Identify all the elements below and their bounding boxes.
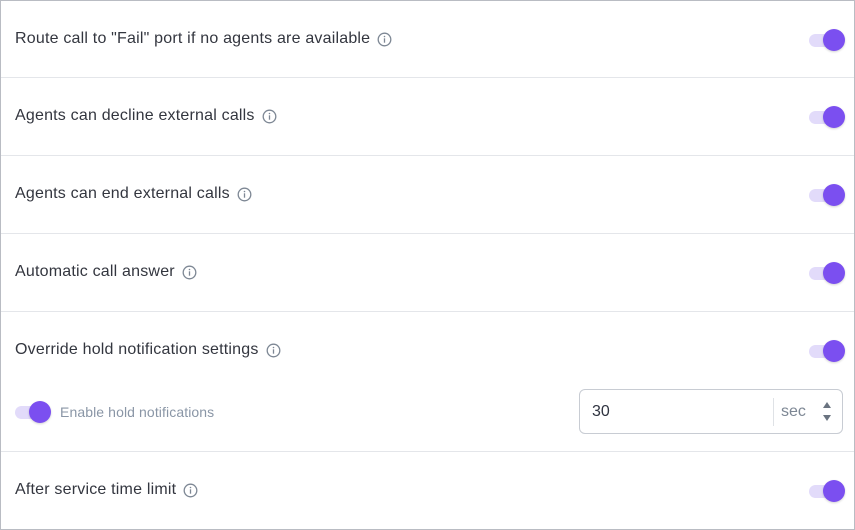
setting-label: Agents can decline external calls: [15, 107, 255, 124]
override-hold-notification-toggle[interactable]: [809, 339, 845, 363]
enable-hold-notifications-toggle[interactable]: [15, 400, 51, 424]
interval-stepper: [821, 400, 833, 424]
setting-row-route-fail-port: Route call to "Fail" port if no agents a…: [1, 1, 854, 78]
interval-input[interactable]: [592, 390, 762, 433]
setting-label-group: Override hold notification settings: [15, 340, 281, 360]
setting-label: Route call to "Fail" port if no agents a…: [15, 30, 371, 47]
info-icon[interactable]: [377, 32, 392, 47]
toggle-knob: [29, 401, 51, 423]
enable-hold-notifications-label: Enable hold notifications: [60, 404, 215, 420]
setting-row-automatic-call-answer: Automatic call answer: [1, 234, 854, 312]
setting-label: Agents can end external calls: [15, 185, 230, 202]
setting-row-override-hold-notification: Override hold notification settings Enab…: [1, 312, 854, 452]
info-icon[interactable]: [266, 343, 281, 358]
info-icon[interactable]: [237, 187, 252, 202]
setting-label-group: Route call to "Fail" port if no agents a…: [15, 29, 392, 49]
setting-row-end-external-calls: Agents can end external calls: [1, 156, 854, 234]
setting-label: Automatic call answer: [15, 263, 175, 280]
setting-label-group: Agents can end external calls: [15, 184, 252, 204]
toggle-knob: [823, 29, 845, 51]
setting-label-group: After service time limit: [15, 480, 198, 500]
setting-label-group: Agents can decline external calls: [15, 106, 277, 126]
setting-row-decline-external-calls: Agents can decline external calls: [1, 78, 854, 156]
toggle-knob: [823, 480, 845, 502]
interval-unit: sec: [781, 403, 806, 420]
setting-row-after-service-time-limit: After service time limit: [1, 452, 854, 529]
toggle-knob: [823, 262, 845, 284]
info-icon[interactable]: [182, 265, 197, 280]
field-divider: [773, 398, 774, 426]
hold-notification-interval-field: sec: [579, 389, 843, 434]
setting-label: After service time limit: [15, 481, 177, 498]
stepper-down-icon[interactable]: [823, 415, 831, 421]
route-fail-port-toggle[interactable]: [809, 28, 845, 52]
toggle-knob: [823, 106, 845, 128]
end-external-calls-toggle[interactable]: [809, 183, 845, 207]
decline-external-calls-toggle[interactable]: [809, 105, 845, 129]
setting-label: Override hold notification settings: [15, 341, 259, 358]
hold-notifications-subsetting: Enable hold notifications: [15, 400, 214, 424]
info-icon[interactable]: [183, 483, 198, 498]
toggle-knob: [823, 184, 845, 206]
call-settings-panel: Route call to "Fail" port if no agents a…: [0, 0, 855, 530]
toggle-knob: [823, 340, 845, 362]
automatic-call-answer-toggle[interactable]: [809, 261, 845, 285]
info-icon[interactable]: [262, 109, 277, 124]
stepper-up-icon[interactable]: [823, 402, 831, 408]
after-service-time-limit-toggle[interactable]: [809, 479, 845, 503]
setting-label-group: Automatic call answer: [15, 262, 197, 282]
